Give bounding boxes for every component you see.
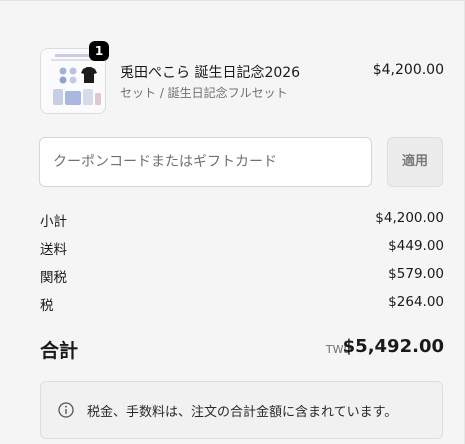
- tax-notice-text: 税金、手数料は、注文の合計金額に含まれています。: [87, 405, 398, 420]
- product-variant: セット / 誕生日記念フルセット: [120, 86, 288, 100]
- shipping-label: 送料: [40, 242, 67, 258]
- total-row: 合計 TWD $5,492.00: [40, 335, 444, 365]
- total-label: 合計: [40, 340, 79, 362]
- tax-row: 税 $264.00: [40, 294, 444, 314]
- subtotal-label: 小計: [40, 214, 67, 230]
- tax-label: 税: [40, 298, 54, 314]
- apply-button[interactable]: 適用: [387, 137, 443, 187]
- total-value: $5,492.00: [342, 336, 444, 357]
- tax-value: $264.00: [388, 294, 444, 310]
- subtotal-row: 小計 $4,200.00: [40, 210, 444, 230]
- line-item: 1 兎田ぺこら 誕生日記念2026 セット / 誕生日記念フルセット $4,20…: [40, 41, 444, 114]
- duties-row: 関税 $579.00: [40, 266, 444, 286]
- tax-notice: 税金、手数料は、注文の合計金額に含まれています。: [40, 381, 443, 439]
- shipping-value: $449.00: [388, 238, 444, 254]
- subtotal-value: $4,200.00: [375, 210, 444, 226]
- discount-code-input[interactable]: クーポンコードまたはギフトカード: [39, 137, 372, 187]
- top-divider: [0, 0, 465, 1]
- quantity-badge: 1: [89, 41, 109, 61]
- product-title: 兎田ぺこら 誕生日記念2026: [120, 65, 301, 81]
- duties-label: 関税: [40, 270, 67, 286]
- duties-value: $579.00: [388, 266, 444, 282]
- info-icon: [58, 402, 74, 418]
- line-item-price: $4,200.00: [372, 62, 444, 78]
- shipping-row: 送料 $449.00: [40, 238, 444, 258]
